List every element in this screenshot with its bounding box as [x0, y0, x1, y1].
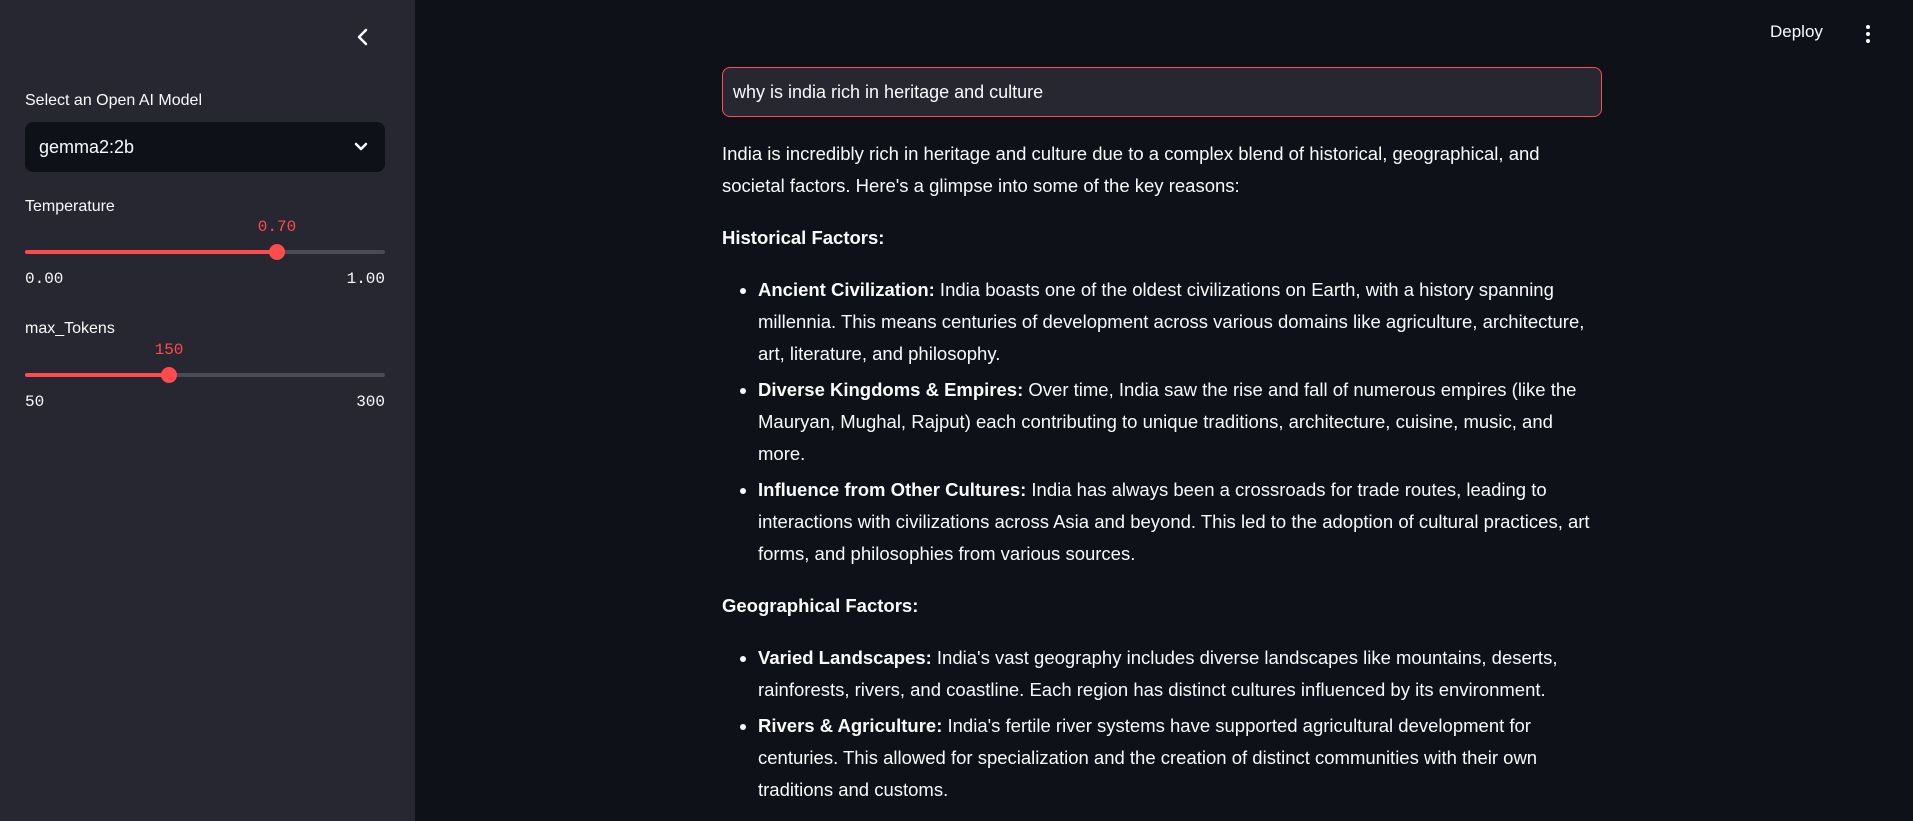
model-select-value: gemma2:2b [39, 136, 135, 157]
section-heading: Geographical Factors: [722, 595, 919, 616]
kebab-dot [1866, 39, 1870, 43]
deploy-button[interactable]: Deploy [1770, 22, 1823, 42]
bullet-list: Varied Landscapes: India's vast geograph… [758, 642, 1602, 806]
response-intro: India is incredibly rich in heritage and… [722, 143, 1540, 196]
prompt-input[interactable] [722, 67, 1602, 117]
max-tokens-label: max_Tokens [25, 320, 115, 337]
temperature-slider[interactable]: 0.70 [25, 218, 385, 264]
kebab-menu-icon [1866, 25, 1870, 29]
model-select-label: Select an Open AI Model [25, 92, 202, 109]
item-title: Diverse Kingdoms & Empires: [758, 379, 1024, 400]
max-tokens-slider[interactable]: 150 [25, 341, 385, 387]
chevron-left-icon [357, 28, 368, 46]
slider-thumb[interactable] [161, 367, 177, 383]
slider-value: 150 [154, 341, 184, 359]
list-item: Varied Landscapes: India's vast geograph… [758, 642, 1602, 706]
bullet-list: Ancient Civilization: India boasts one o… [758, 274, 1602, 570]
chevron-down-icon [354, 142, 368, 151]
slider-value: 0.70 [257, 218, 297, 236]
section-heading: Historical Factors: [722, 227, 885, 248]
list-item: Ancient Civilization: India boasts one o… [758, 274, 1602, 370]
list-item: Influence from Other Cultures: India has… [758, 474, 1602, 570]
temperature-min: 0.00 [25, 270, 64, 288]
slider-fill [25, 250, 277, 254]
slider-fill [25, 373, 169, 377]
item-title: Rivers & Agriculture: [758, 715, 943, 736]
list-item: Diverse Kingdoms & Empires: Over time, I… [758, 374, 1602, 470]
list-item: Rivers & Agriculture: India's fertile ri… [758, 710, 1602, 806]
temperature-max: 1.00 [346, 270, 385, 288]
item-title: Varied Landscapes: [758, 647, 932, 668]
collapse-sidebar-button[interactable] [350, 24, 376, 50]
sidebar: Select an Open AI Model gemma2:2b Temper… [0, 0, 415, 821]
kebab-dot [1866, 32, 1870, 36]
model-select[interactable]: gemma2:2b [25, 122, 385, 172]
response-content: India is incredibly rich in heritage and… [722, 138, 1602, 821]
main-menu-button[interactable] [1858, 22, 1878, 46]
item-title: Ancient Civilization: [758, 279, 935, 300]
temperature-label: Temperature [25, 198, 115, 215]
item-title: Influence from Other Cultures: [758, 479, 1027, 500]
max-tokens-min: 50 [25, 393, 45, 411]
slider-thumb[interactable] [269, 244, 285, 260]
max-tokens-max: 300 [356, 393, 385, 411]
